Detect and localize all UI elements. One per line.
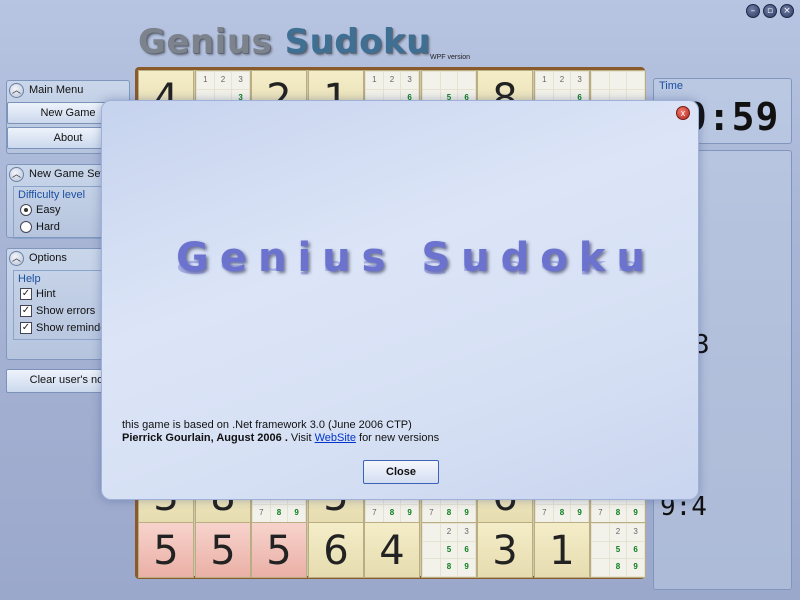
candidate-digit: 8 <box>609 559 627 576</box>
candidate-digit: 3 <box>401 72 418 89</box>
candidate-digit: 1 <box>366 72 383 89</box>
candidate-digit <box>592 559 609 576</box>
candidate-digit: 5 <box>609 541 627 559</box>
number-cell[interactable]: 6 <box>308 522 364 578</box>
radio-unselected-icon[interactable] <box>20 220 32 233</box>
candidate-digit: 8 <box>383 505 401 522</box>
about-logo-reflection: Genius Sudoku <box>176 256 656 277</box>
about-info: this game is based on .Net framework 3.0… <box>122 419 439 445</box>
chevron-up-icon[interactable]: ︿ <box>9 82 24 98</box>
candidate-digit <box>423 524 440 541</box>
about-author-line: Pierrick Gourlain, August 2006 . Visit W… <box>122 432 440 444</box>
app-subtitle: WPF version <box>430 54 471 61</box>
candidate-digit <box>458 72 475 89</box>
candidate-cell[interactable]: 235689 <box>421 522 477 578</box>
candidate-digit <box>592 524 609 541</box>
checkmark-icon[interactable]: ✓ <box>20 287 32 300</box>
error-cell[interactable]: 5 <box>195 522 251 578</box>
candidate-digit: 6 <box>627 541 644 559</box>
candidate-digit <box>609 72 627 89</box>
candidate-digit: 8 <box>270 505 288 522</box>
candidate-digit <box>440 72 458 89</box>
about-framework-line: this game is based on .Net framework 3.0… <box>122 419 412 431</box>
candidate-digit: 9 <box>571 505 588 522</box>
checkmark-icon[interactable]: ✓ <box>20 321 32 334</box>
error-cell[interactable]: 5 <box>138 522 194 578</box>
candidate-digit: 6 <box>458 541 475 559</box>
candidate-digit: 8 <box>440 505 458 522</box>
candidate-digit: 9 <box>627 505 644 522</box>
candidate-digit: 7 <box>253 505 270 522</box>
candidate-digit: 7 <box>423 505 440 522</box>
maximize-icon[interactable]: ▫ <box>763 4 777 18</box>
candidate-digit: 2 <box>214 72 232 89</box>
candidate-digit: 8 <box>553 505 571 522</box>
candidate-digit: 5 <box>440 541 458 559</box>
candidate-digit: 7 <box>366 505 383 522</box>
candidate-digit: 9 <box>401 505 418 522</box>
candidate-digit: 3 <box>232 72 249 89</box>
candidate-digit: 2 <box>609 524 627 541</box>
minimize-icon[interactable]: – <box>746 4 760 18</box>
main-menu-header[interactable]: ︿ Main Menu <box>7 81 129 99</box>
candidate-digit: 7 <box>536 505 553 522</box>
about-close-button[interactable]: Close <box>363 460 439 484</box>
number-cell[interactable]: 1 <box>534 522 590 578</box>
website-link[interactable]: WebSite <box>315 432 356 444</box>
candidate-digit: 3 <box>458 524 475 541</box>
number-cell[interactable]: 3 <box>477 522 533 578</box>
candidate-digit: 9 <box>458 505 475 522</box>
candidate-digit <box>423 541 440 559</box>
candidate-digit: 7 <box>592 505 609 522</box>
candidate-digit: 8 <box>609 505 627 522</box>
candidate-digit <box>627 72 644 89</box>
candidate-digit <box>423 72 440 89</box>
candidate-digit: 3 <box>627 524 644 541</box>
about-dialog: x Genius Sudoku Genius Sudoku this game … <box>101 100 699 500</box>
chevron-up-icon[interactable]: ︿ <box>9 250 24 266</box>
candidate-digit: 1 <box>536 72 553 89</box>
candidate-digit: 9 <box>627 559 644 576</box>
app-title: Genius Sudoku <box>138 22 431 62</box>
window-controls: – ▫ × <box>746 4 794 18</box>
candidate-digit: 3 <box>571 72 588 89</box>
candidate-digit: 2 <box>553 72 571 89</box>
candidate-digit: 9 <box>458 559 475 576</box>
radio-selected-icon[interactable] <box>20 203 32 216</box>
candidate-digit <box>423 559 440 576</box>
candidate-digit: 9 <box>288 505 305 522</box>
number-cell[interactable]: 4 <box>364 522 420 578</box>
checkmark-icon[interactable]: ✓ <box>20 304 32 317</box>
candidate-digit: 1 <box>197 72 214 89</box>
chevron-up-icon[interactable]: ︿ <box>9 166 24 182</box>
candidate-digit: 2 <box>383 72 401 89</box>
candidate-digit: 8 <box>440 559 458 576</box>
candidate-digit <box>592 541 609 559</box>
close-icon[interactable]: x <box>676 106 690 120</box>
candidate-digit: 2 <box>440 524 458 541</box>
candidate-cell[interactable]: 235689 <box>590 522 646 578</box>
close-icon[interactable]: × <box>780 4 794 18</box>
candidate-digit <box>592 72 609 89</box>
time-label: Time <box>659 80 684 92</box>
error-cell[interactable]: 5 <box>251 522 307 578</box>
